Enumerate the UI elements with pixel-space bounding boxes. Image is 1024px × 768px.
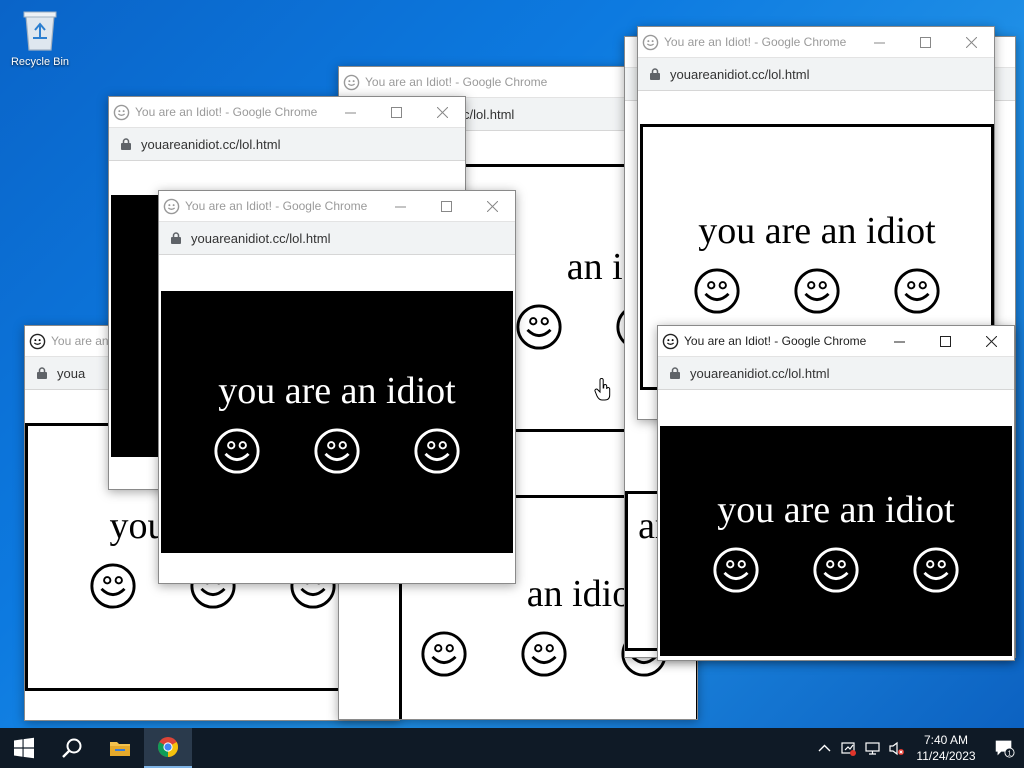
smiley-face-icon (113, 104, 130, 120)
browser-window-3[interactable]: You are an Idiot! - Google Chrome youare… (158, 190, 516, 584)
window-title: You are an Idiot! - Google Chrome (365, 75, 548, 89)
volume-muted-icon (888, 741, 904, 755)
close-button[interactable] (968, 326, 1014, 356)
notification-count: 1 (1007, 748, 1011, 757)
folder-icon (110, 742, 130, 756)
system-tray: 7:40 AM 11/24/2023 1 (812, 728, 1024, 768)
smiley-face-icon (163, 198, 180, 214)
smiley-row (712, 546, 960, 594)
desktop-icon-recycle-bin[interactable]: Recycle Bin (4, 8, 76, 68)
maximize-button[interactable] (902, 27, 948, 57)
url-text: youareanidiot.cc/lol.html (690, 365, 830, 381)
address-bar[interactable]: youareanidiot.cc/lol.html (638, 57, 994, 91)
minimize-button[interactable] (856, 27, 902, 57)
chevron-up-icon (818, 744, 830, 751)
smiley-face-icon (214, 428, 260, 474)
address-bar[interactable]: youareanidiot.cc/lol.html (658, 356, 1014, 390)
smiley-face-icon (421, 631, 467, 677)
search-button[interactable] (48, 728, 96, 768)
idiot-panel: you are an idiot (660, 426, 1012, 656)
window-titlebar[interactable]: You are an Idiot! - Google Chrome (638, 27, 994, 57)
smiley-face-icon (90, 563, 136, 609)
smiley-face-icon (794, 268, 840, 314)
lock-icon (171, 232, 181, 244)
clock-date: 11/24/2023 (916, 749, 976, 763)
page-content: you are an idiot (658, 390, 1014, 660)
idiot-text: an idio (526, 573, 632, 615)
smiley-face-icon (314, 428, 360, 474)
window-titlebar[interactable]: You are an Idiot! - Google Chrome (658, 326, 1014, 356)
idiot-panel: you are an idiot (161, 291, 513, 553)
recycle-bin-icon (23, 11, 57, 51)
clock-time: 7:40 AM (923, 733, 969, 747)
url-text: c/lol.html (463, 106, 515, 122)
smiley-face-icon (894, 268, 940, 314)
chrome-icon (158, 737, 178, 757)
browser-window-8[interactable]: You are an Idiot! - Google Chrome youare… (657, 325, 1015, 661)
search-icon (62, 738, 82, 758)
smiley-face-icon (642, 34, 659, 50)
url-text: youareanidiot.cc/lol.html (670, 66, 810, 82)
file-explorer-button[interactable] (96, 728, 144, 768)
action-center-button[interactable]: 1 (984, 728, 1024, 768)
page-content: you are an idiot (159, 255, 515, 583)
close-button[interactable] (419, 97, 465, 127)
security-alert-icon (840, 741, 856, 756)
address-bar[interactable]: youareanidiot.cc/lol.html (159, 221, 515, 255)
smiley-face-icon (913, 547, 959, 593)
lock-icon (670, 367, 680, 379)
url-text: youareanidiot.cc/lol.html (141, 136, 281, 152)
lock-icon (650, 68, 660, 80)
start-button[interactable] (0, 728, 48, 768)
smiley-face-icon (713, 547, 759, 593)
lock-icon (37, 367, 47, 379)
smiley-face-icon (813, 547, 859, 593)
notification-icon: 1 (995, 740, 1015, 758)
maximize-button[interactable] (373, 97, 419, 127)
chrome-taskbar-button[interactable] (144, 728, 192, 768)
smiley-face-icon (29, 333, 46, 349)
desktop-icon-label: Recycle Bin (10, 56, 70, 68)
smiley-row (693, 267, 941, 315)
close-button[interactable] (469, 191, 515, 221)
show-hidden-icons-button[interactable] (812, 728, 836, 768)
window-titlebar[interactable]: You are an Idiot! - Google Chrome (109, 97, 465, 127)
maximize-button[interactable] (922, 326, 968, 356)
smiley-row (213, 427, 461, 475)
tray-volume-button[interactable] (884, 728, 908, 768)
minimize-button[interactable] (327, 97, 373, 127)
smiley-face-icon (343, 74, 360, 90)
window-title: You are an Idiot! - Google Chrome (185, 199, 368, 213)
tray-network-button[interactable] (860, 728, 884, 768)
smiley-face-icon (521, 631, 567, 677)
hand-cursor-icon (594, 378, 611, 401)
smiley-face-icon (414, 428, 460, 474)
tray-security-button[interactable] (836, 728, 860, 768)
smiley-face-icon (516, 304, 562, 350)
minimize-button[interactable] (377, 191, 423, 221)
idiot-text: you are an idiot (698, 210, 936, 252)
window-title: You are an Idiot! - Google Chrome (684, 334, 867, 348)
network-icon (864, 741, 880, 755)
url-text: youa (57, 365, 86, 381)
window-title: You are an Idiot! - Google Chrome (664, 35, 847, 49)
minimize-button[interactable] (876, 326, 922, 356)
smiley-face-icon (662, 333, 679, 349)
taskbar-clock[interactable]: 7:40 AM 11/24/2023 (908, 732, 984, 764)
idiot-text: you are an idiot (218, 370, 456, 412)
lock-icon (121, 138, 131, 150)
smiley-face-icon (694, 268, 740, 314)
address-bar[interactable]: youareanidiot.cc/lol.html (109, 127, 465, 161)
window-title: You are an Idiot! - Google Chrome (135, 105, 318, 119)
idiot-text: you are an idiot (717, 489, 955, 531)
taskbar: 7:40 AM 11/24/2023 1 (0, 728, 1024, 768)
window-titlebar[interactable]: You are an Idiot! - Google Chrome (159, 191, 515, 221)
windows-logo-icon (14, 737, 34, 759)
url-text: youareanidiot.cc/lol.html (191, 230, 331, 246)
close-button[interactable] (948, 27, 994, 57)
maximize-button[interactable] (423, 191, 469, 221)
